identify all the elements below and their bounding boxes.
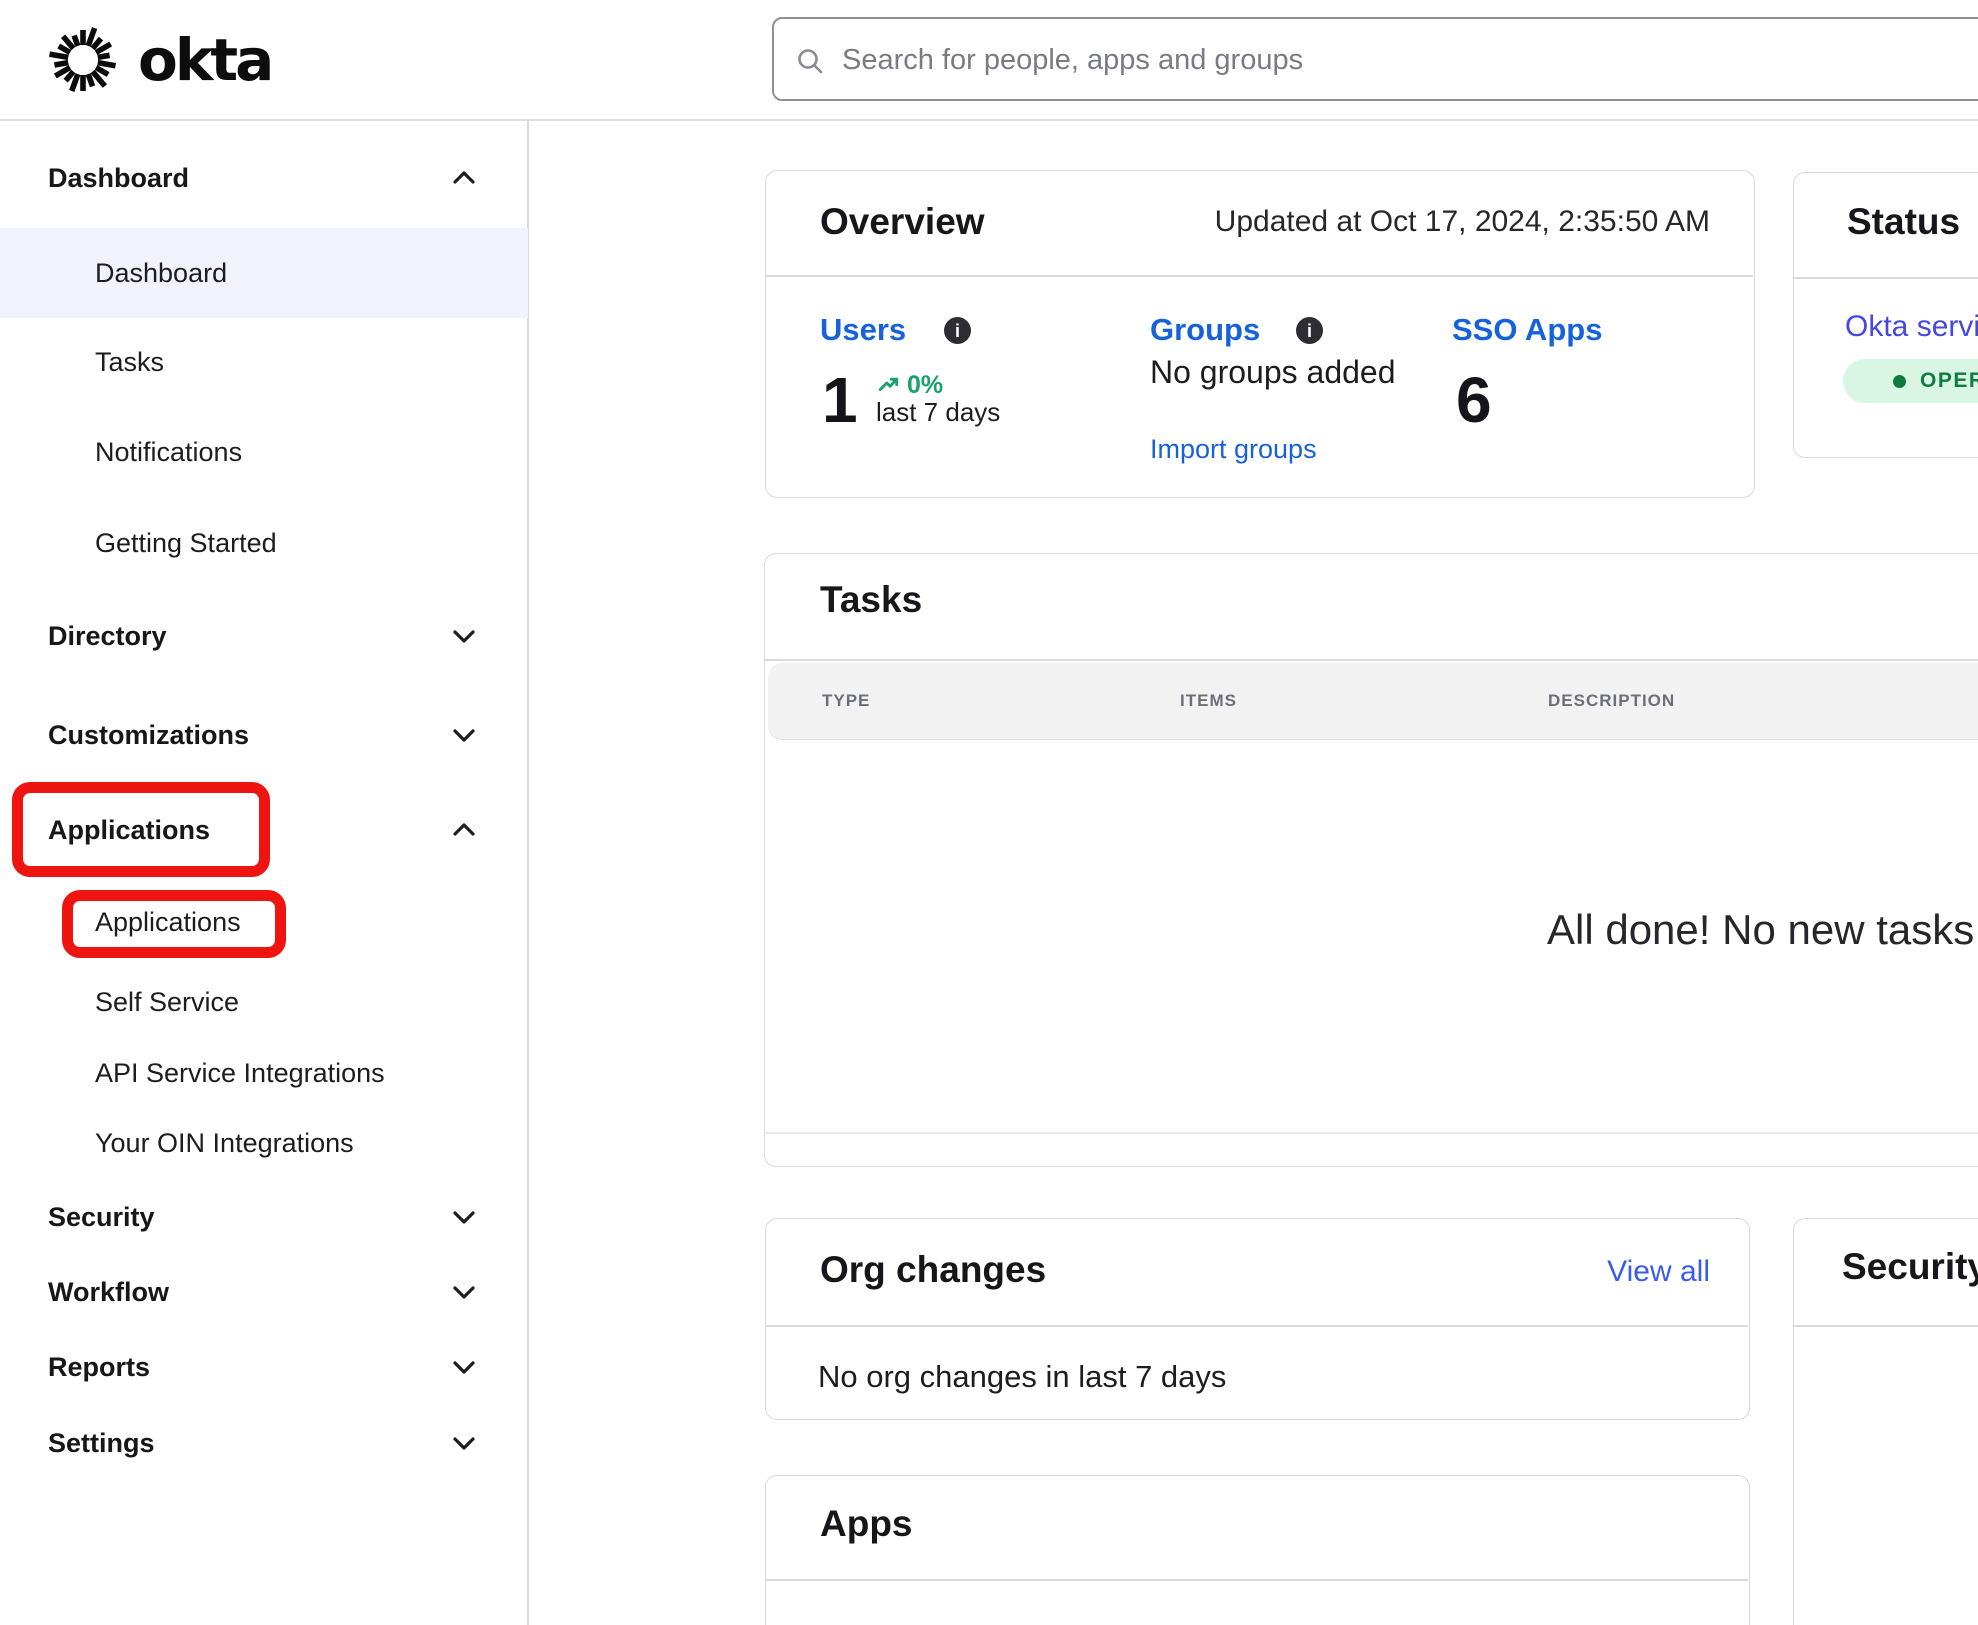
sidebar-selected-highlight xyxy=(0,228,528,318)
tasks-column-items: ITEMS xyxy=(1180,691,1237,711)
sidebar-section-dashboard[interactable]: Dashboard xyxy=(48,158,189,198)
sidebar-item-your-oin-integrations[interactable]: Your OIN Integrations xyxy=(95,1123,354,1163)
import-groups-link[interactable]: Import groups xyxy=(1150,432,1317,466)
tasks-card xyxy=(764,553,1978,1167)
apps-divider xyxy=(766,1579,1748,1581)
sidebar-divider xyxy=(527,120,529,1625)
sidebar-item-notifications[interactable]: Notifications xyxy=(95,432,242,472)
users-count: 1 xyxy=(822,368,858,432)
groups-link[interactable]: Groups xyxy=(1150,310,1260,350)
sidebar-item-tasks[interactable]: Tasks xyxy=(95,342,164,382)
okta-logo-wordmark[interactable]: okta xyxy=(138,24,271,96)
tasks-title: Tasks xyxy=(820,576,922,624)
org-changes-empty-message: No org changes in last 7 days xyxy=(818,1358,1226,1396)
status-dot-icon xyxy=(1893,375,1906,388)
chevron-down-icon xyxy=(452,1431,476,1455)
tasks-column-description: DESCRIPTION xyxy=(1548,691,1675,711)
chevron-up-icon xyxy=(452,818,476,842)
apps-title: Apps xyxy=(820,1500,913,1548)
tasks-footer-divider xyxy=(765,1132,1978,1134)
chevron-down-icon xyxy=(452,1355,476,1379)
sidebar-section-workflow[interactable]: Workflow xyxy=(48,1272,169,1312)
sidebar-section-security[interactable]: Security xyxy=(48,1197,155,1237)
trend-up-icon xyxy=(878,373,900,398)
chevron-down-icon xyxy=(452,723,476,747)
tasks-empty-message: All done! No new tasks xyxy=(1547,908,1974,952)
sidebar-item-dashboard[interactable]: Dashboard xyxy=(95,253,227,293)
okta-service-link[interactable]: Okta service xyxy=(1845,309,1978,345)
sidebar-section-reports[interactable]: Reports xyxy=(48,1347,150,1387)
sidebar-item-api-service-integrations[interactable]: API Service Integrations xyxy=(95,1053,385,1093)
sidebar-item-self-service[interactable]: Self Service xyxy=(95,982,239,1022)
status-badge: OPERATIONAL xyxy=(1843,359,1978,403)
sidebar-section-directory[interactable]: Directory xyxy=(48,616,167,656)
annotation-box-applications-section xyxy=(12,782,270,877)
chevron-down-icon xyxy=(452,624,476,648)
search-input[interactable] xyxy=(840,19,1944,101)
annotation-box-applications-item xyxy=(62,890,286,958)
chevron-down-icon xyxy=(452,1205,476,1229)
status-badge-label: OPERATIONAL xyxy=(1920,369,1978,393)
overview-header-divider xyxy=(766,275,1753,277)
org-changes-divider xyxy=(766,1325,1748,1327)
groups-empty-text: No groups added xyxy=(1150,352,1420,392)
overview-title: Overview xyxy=(820,198,985,246)
tasks-column-type: TYPE xyxy=(822,691,870,711)
okta-logo-icon[interactable] xyxy=(47,24,119,96)
overview-updated-timestamp: Updated at Oct 17, 2024, 2:35:50 AM xyxy=(1215,204,1710,240)
okta-admin-dashboard: okta Dashboard Dashboard Tasks Notificat… xyxy=(0,0,1978,1625)
security-title: Security xyxy=(1842,1243,1978,1291)
sidebar-section-customizations[interactable]: Customizations xyxy=(48,715,249,755)
status-header-divider xyxy=(1794,277,1978,279)
sso-apps-link[interactable]: SSO Apps xyxy=(1452,310,1602,350)
apps-card xyxy=(765,1475,1750,1625)
sidebar-section-settings[interactable]: Settings xyxy=(48,1423,155,1463)
view-all-link[interactable]: View all xyxy=(1607,1254,1710,1290)
users-trend-period: last 7 days xyxy=(876,396,1000,428)
status-title: Status xyxy=(1847,198,1960,246)
users-link[interactable]: Users xyxy=(820,310,906,350)
info-icon[interactable]: i xyxy=(944,317,971,344)
org-changes-title: Org changes xyxy=(820,1246,1046,1294)
tasks-table-header-row xyxy=(768,663,1978,740)
tasks-header-divider xyxy=(765,659,1978,661)
chevron-down-icon xyxy=(452,1280,476,1304)
security-divider xyxy=(1794,1325,1978,1327)
search-icon xyxy=(796,47,824,75)
sidebar-item-getting-started[interactable]: Getting Started xyxy=(95,523,277,563)
chevron-up-icon xyxy=(452,166,476,190)
global-search xyxy=(772,17,1978,101)
sso-apps-count: 6 xyxy=(1456,368,1492,432)
info-icon[interactable]: i xyxy=(1296,317,1323,344)
header-divider xyxy=(0,119,1978,121)
